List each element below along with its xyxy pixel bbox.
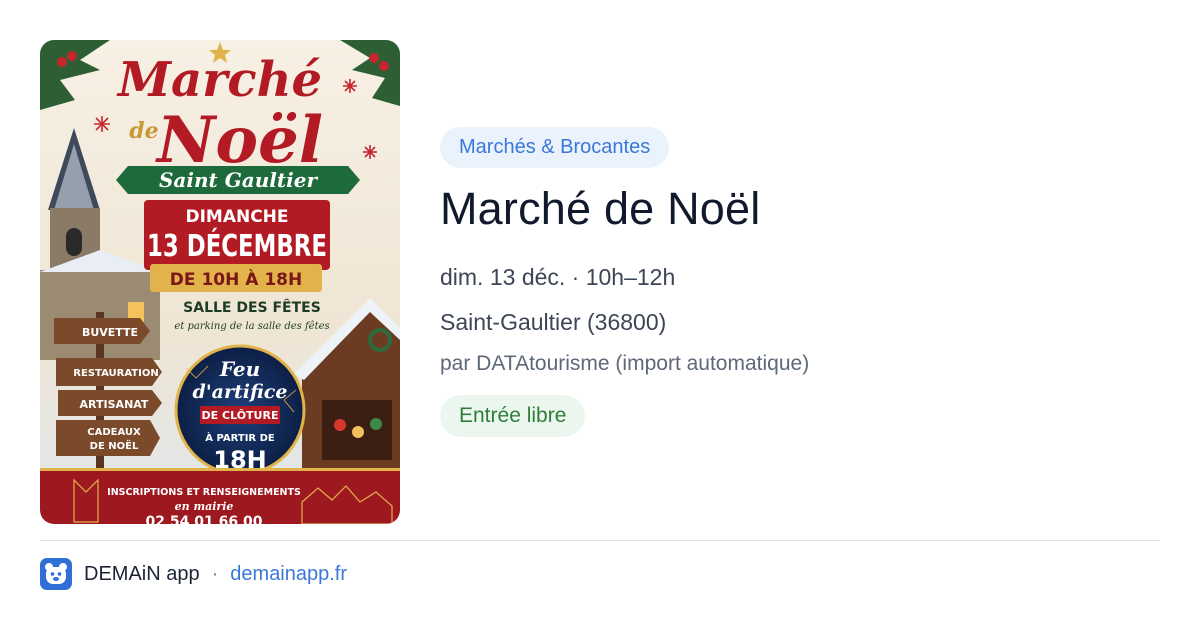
poster-hours: DE 10H À 18H [170, 268, 302, 290]
footer-divider [40, 540, 1160, 541]
poster-sign-2: RESTAURATION [73, 368, 158, 379]
poster-parking: et parking de la salle des fêtes [174, 321, 329, 332]
poster-fireworks-1: Feu [219, 357, 260, 381]
poster-date: 13 DÉCEMBRE [147, 228, 327, 264]
event-date-time: dim. 13 déc. · 10h–12h [440, 264, 676, 290]
event-source: par DATAtourisme (import automatique) [440, 352, 810, 375]
event-poster-image[interactable]: Marché de Noël Saint Gaultier DIMANCHE 1… [40, 40, 400, 524]
event-location: Saint-Gaultier (36800) [440, 309, 667, 335]
poster-phone: 02 54 01 66 00 [146, 514, 263, 524]
poster-sign-4: CADEAUX [87, 427, 141, 438]
footer: DEMAiN app · demainapp.fr [40, 558, 347, 590]
event-title: Marché de Noël [440, 183, 761, 234]
poster-info-1: INSCRIPTIONS ET RENSEIGNEMENTS [107, 487, 301, 498]
poster-town: Saint Gaultier [159, 168, 318, 192]
poster-sign-3: ARTISANAT [80, 398, 149, 411]
poster-info-2: en mairie [175, 500, 234, 513]
poster-fireworks-2: d'artifice [193, 381, 288, 403]
price-badge: Entrée libre [440, 395, 586, 437]
poster-artwork: Marché de Noël Saint Gaultier DIMANCHE 1… [40, 40, 400, 524]
poster-sign-5: DE NOËL [90, 438, 139, 452]
signpost-illustration: BUVETTE RESTAURATION ARTISANAT CADEAUX D… [54, 312, 162, 472]
footer-separator: · [211, 562, 219, 585]
category-tag[interactable]: Marchés & Brocantes [440, 127, 670, 168]
poster-venue: SALLE DES FÊTES [183, 299, 321, 316]
poster-title-line1: Marché [116, 52, 322, 108]
poster-day: DIMANCHE [185, 207, 288, 227]
poster-fireworks-3: DE CLÔTURE [202, 409, 279, 422]
site-link[interactable]: demainapp.fr [230, 563, 347, 586]
app-name: DEMAiN app [84, 562, 200, 585]
poster-sign-1: BUVETTE [82, 326, 138, 339]
poster-fireworks-4: À PARTIR DE [205, 431, 275, 444]
poster-title-de: de [129, 118, 158, 144]
bear-face-icon [40, 558, 72, 590]
